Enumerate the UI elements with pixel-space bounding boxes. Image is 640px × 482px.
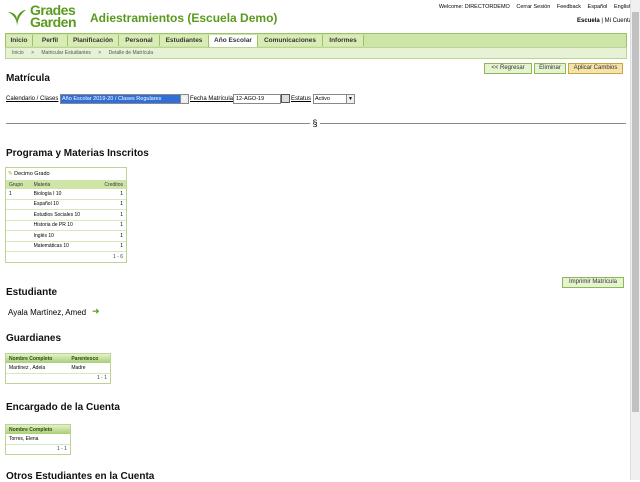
table-row: 1 Biología I 10 1 xyxy=(6,189,126,200)
encargado-title: Encargado de la Cuenta xyxy=(6,402,120,413)
cell-creditos: 1 xyxy=(95,189,126,200)
guardianes-table: Nombre Completo Parentesco Martínez , Ad… xyxy=(5,353,111,384)
tab-comunicaciones[interactable]: Comunicaciones xyxy=(258,35,323,46)
status-label: Estatus xyxy=(291,96,312,102)
main-nav: Inicio Perfil Planificación Personal Est… xyxy=(5,33,627,48)
table-pager: 1 - 1 xyxy=(56,446,67,453)
col-grupo: Grupo xyxy=(6,180,31,189)
spanish-link[interactable]: Español xyxy=(588,4,608,10)
table-row: Martínez , Adela Madre xyxy=(6,363,110,374)
tab-ano-escolar[interactable]: Año Escolar xyxy=(208,35,258,47)
date-input[interactable]: 12-AGO-19 xyxy=(233,94,281,104)
table-pager: 1 - 1 xyxy=(96,375,107,382)
table-pager: 1 - 6 xyxy=(112,253,123,260)
grade-label: Decimo Grado xyxy=(14,171,50,177)
status-select-value: Activo xyxy=(315,96,330,102)
encargado-table: Nombre Completo Torres, Elena 1 - 1 xyxy=(5,424,71,455)
student-name[interactable]: Ayala Martínez, Amed xyxy=(8,308,86,317)
cell-creditos: 1 xyxy=(95,220,126,231)
cell-grupo: 1 xyxy=(6,189,31,200)
cell-nombre[interactable]: Torres, Elena xyxy=(6,434,70,445)
cell-creditos: 1 xyxy=(95,209,126,221)
guardianes-title: Guardianes xyxy=(6,333,62,344)
breadcrumb-enroll[interactable]: Matricular Estudiantes xyxy=(41,50,90,56)
logout-link[interactable]: Cerrar Sesión xyxy=(516,4,550,10)
calendar-select-value: Año Escolar 2019-20 / Clases Regulares xyxy=(62,96,162,102)
tab-inicio[interactable]: Inicio xyxy=(6,35,33,46)
welcome-text: Welcome: DIRECTORDEMO xyxy=(438,4,510,10)
otros-title: Otros Estudiantes en la Cuenta xyxy=(6,471,155,482)
col-materia: Materia xyxy=(30,180,96,189)
back-button[interactable]: << Regresar xyxy=(484,63,532,74)
table-row: Torres, Elena xyxy=(6,434,70,445)
scrollbar-thumb[interactable] xyxy=(632,12,639,412)
matricula-title: Matrícula xyxy=(6,73,50,84)
brand-logo[interactable]: Grades Garden xyxy=(30,3,77,30)
school-links: Escuela | Mi Cuenta xyxy=(577,18,632,24)
tab-estudiantes[interactable]: Estudiantes xyxy=(160,35,209,46)
top-links: Welcome: DIRECTORDEMO Cerrar Sesión Feed… xyxy=(434,4,632,10)
pencil-icon[interactable]: ✎ xyxy=(8,171,13,177)
cell-grupo xyxy=(6,209,31,221)
breadcrumb-sep: > xyxy=(31,50,34,56)
col-nombre: Nombre Completo xyxy=(6,425,70,434)
cell-grupo xyxy=(6,241,31,252)
cell-nombre[interactable]: Martínez , Adela xyxy=(6,363,69,374)
programa-table: ✎ Decimo Grado Grupo Materia Creditos 1B… xyxy=(5,167,127,263)
breadcrumb: Inicio > Matricular Estudiantes > Detall… xyxy=(5,47,627,59)
logo-line-2: Garden xyxy=(30,14,77,30)
table-row: Estudios Sociales 10 1 xyxy=(6,209,126,221)
feedback-link[interactable]: Feedback xyxy=(557,4,581,10)
breadcrumb-sep: > xyxy=(98,50,102,56)
print-enrollment-button[interactable]: Imprimir Matrícula xyxy=(562,277,624,288)
calendar-label[interactable]: Calendario / Clases xyxy=(6,96,58,102)
tab-informes[interactable]: Informes xyxy=(323,35,364,46)
tab-planificacion[interactable]: Planificación xyxy=(68,35,119,46)
delete-button[interactable]: Eliminar xyxy=(534,63,566,74)
calendar-icon[interactable] xyxy=(281,94,290,103)
calendar-select[interactable]: Año Escolar 2019-20 / Clases Regulares ▼ xyxy=(60,94,189,104)
chevron-down-icon: ▼ xyxy=(346,95,354,103)
cell-grupo xyxy=(6,230,31,242)
cell-creditos: 1 xyxy=(95,230,126,242)
cell-materia: Matemáticas 10 xyxy=(30,241,96,252)
my-account-link[interactable]: Mi Cuenta xyxy=(605,18,632,24)
cell-grupo xyxy=(6,220,31,231)
cell-materia: Historia de PR 10 xyxy=(30,220,96,231)
apply-changes-button[interactable]: Aplicar Cambios xyxy=(568,63,623,74)
school-link[interactable]: Escuela xyxy=(577,18,600,24)
tab-personal[interactable]: Personal xyxy=(119,35,160,46)
cell-materia: Español 10 xyxy=(30,199,96,210)
table-row: Historia de PR 10 1 xyxy=(6,220,126,231)
table-row: Inglés 10 1 xyxy=(6,230,126,242)
breadcrumb-home[interactable]: Inicio xyxy=(12,50,24,56)
cell-grupo xyxy=(6,199,31,210)
table-row: Matemáticas 10 1 xyxy=(6,241,126,252)
app-title: Adiestramientos (Escuela Demo) xyxy=(90,11,278,25)
cell-materia: Estudios Sociales 10 xyxy=(30,209,96,221)
cell-materia: Inglés 10 xyxy=(30,230,96,242)
arrow-right-icon[interactable]: ➜ xyxy=(92,306,100,317)
chevron-down-icon: ▼ xyxy=(180,95,188,103)
cell-materia: Biología I 10 xyxy=(30,189,96,200)
col-creditos: Creditos xyxy=(95,180,126,189)
programa-title: Programa y Materias Inscritos xyxy=(6,148,149,159)
col-parentesco: Parentesco xyxy=(68,354,110,363)
breadcrumb-current: Detalle de Matrícula xyxy=(108,50,154,56)
cell-creditos: 1 xyxy=(95,241,126,252)
cell-parentesco: Madre xyxy=(68,363,110,374)
status-select[interactable]: Activo ▼ xyxy=(313,94,355,104)
estudiante-title: Estudiante xyxy=(6,287,58,298)
date-label: Fecha Matrícula xyxy=(190,96,234,102)
col-nombre: Nombre Completo xyxy=(6,354,69,363)
table-row: Español 10 1 xyxy=(6,199,126,210)
tab-perfil[interactable]: Perfil xyxy=(33,35,68,46)
section-toggle[interactable]: § xyxy=(310,118,320,128)
leaf-logo-icon xyxy=(6,6,28,28)
cell-creditos: 1 xyxy=(95,199,126,210)
